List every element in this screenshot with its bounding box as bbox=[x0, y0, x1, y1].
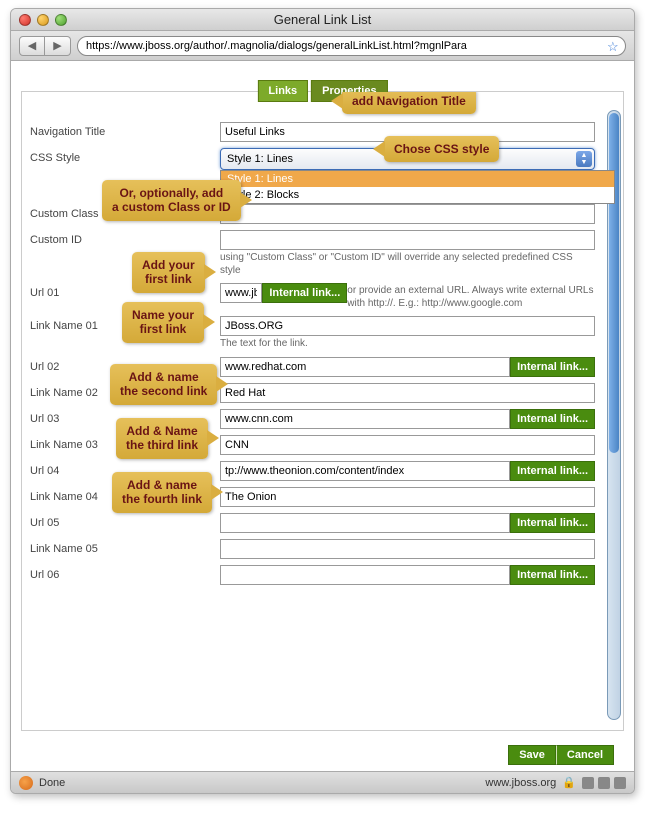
url-text: https://www.jboss.org/author/.magnolia/d… bbox=[86, 40, 607, 52]
status-icon-1[interactable] bbox=[582, 777, 594, 789]
forward-button[interactable]: ▶ bbox=[45, 36, 71, 56]
url-05-field[interactable] bbox=[220, 513, 510, 533]
url-02-field[interactable] bbox=[220, 357, 510, 377]
internal-link-button-04[interactable]: Internal link... bbox=[510, 461, 595, 481]
help-url: or provide an external URL. Always write… bbox=[347, 285, 595, 310]
css-option-2[interactable]: Style 2: Blocks bbox=[221, 187, 614, 203]
bookmark-star-icon[interactable]: ☆ bbox=[607, 39, 621, 53]
page-content: Links Properties Navigation Title CSS St… bbox=[11, 61, 634, 771]
callout-nav-title: add Navigation Title bbox=[342, 92, 476, 114]
row-css-style: CSS Style Style 1: Lines ▲▼ Style 1: Lin… bbox=[30, 148, 615, 170]
row-ln-01: Link Name 01 The text for the link. bbox=[30, 316, 615, 351]
internal-link-button-05[interactable]: Internal link... bbox=[510, 513, 595, 533]
css-style-selected: Style 1: Lines bbox=[227, 153, 293, 165]
browser-toolbar: ◀ ▶ https://www.jboss.org/author/.magnol… bbox=[11, 31, 634, 61]
label-custom-id: Custom ID bbox=[30, 230, 220, 246]
css-style-dropdown: Style 1: Lines Style 2: Blocks bbox=[220, 170, 615, 204]
form: Navigation Title CSS Style Style 1: Line… bbox=[22, 92, 623, 730]
label-nav-title: Navigation Title bbox=[30, 122, 220, 138]
custom-class-field[interactable] bbox=[220, 204, 595, 224]
label-url-06: Url 06 bbox=[30, 565, 220, 581]
help-linkname: The text for the link. bbox=[220, 338, 595, 351]
back-button[interactable]: ◀ bbox=[19, 36, 45, 56]
select-arrows-icon: ▲▼ bbox=[576, 151, 592, 167]
url-06-field[interactable] bbox=[220, 565, 510, 585]
callout-row04: Add & namethe fourth link bbox=[112, 472, 212, 513]
internal-link-button-06[interactable]: Internal link... bbox=[510, 565, 595, 585]
browser-window: General Link List ◀ ▶ https://www.jboss.… bbox=[10, 8, 635, 794]
footer-buttons: Save Cancel bbox=[508, 745, 614, 765]
label-ln-05: Link Name 05 bbox=[30, 539, 220, 555]
statusbar: Done www.jboss.org 🔒 bbox=[11, 771, 634, 793]
row-url-05: Url 05 Internal link... bbox=[30, 513, 615, 533]
ln-05-field[interactable] bbox=[220, 539, 595, 559]
cancel-button[interactable]: Cancel bbox=[556, 745, 614, 765]
status-icon-2[interactable] bbox=[598, 777, 610, 789]
ln-01-field[interactable] bbox=[220, 316, 595, 336]
custom-id-field[interactable] bbox=[220, 230, 595, 250]
row-custom-id: Custom ID using "Custom Class" or "Custo… bbox=[30, 230, 615, 277]
save-button[interactable]: Save bbox=[508, 745, 556, 765]
status-text: Done bbox=[39, 777, 65, 789]
help-custom-id: using "Custom Class" or "Custom ID" will… bbox=[220, 252, 595, 277]
callout-css-style: Chose CSS style bbox=[384, 136, 499, 162]
window-title: General Link List bbox=[11, 12, 634, 27]
lock-icon: 🔒 bbox=[562, 776, 576, 789]
internal-link-button-01[interactable]: Internal link... bbox=[262, 283, 347, 303]
callout-url01: Add yourfirst link bbox=[132, 252, 205, 293]
ln-04-field[interactable] bbox=[220, 487, 595, 507]
callout-row03: Add & Namethe third link bbox=[116, 418, 208, 459]
css-option-1[interactable]: Style 1: Lines bbox=[221, 171, 614, 187]
callout-ln01: Name yourfirst link bbox=[122, 302, 204, 343]
status-icon-3[interactable] bbox=[614, 777, 626, 789]
row-nav-title: Navigation Title bbox=[30, 122, 615, 142]
ln-03-field[interactable] bbox=[220, 435, 595, 455]
label-css-style: CSS Style bbox=[30, 148, 220, 164]
label-url-05: Url 05 bbox=[30, 513, 220, 529]
url-03-field[interactable] bbox=[220, 409, 510, 429]
nav-buttons: ◀ ▶ bbox=[19, 36, 71, 56]
row-ln-05: Link Name 05 bbox=[30, 539, 615, 559]
ln-02-field[interactable] bbox=[220, 383, 595, 403]
callout-custom-class: Or, optionally, adda custom Class or ID bbox=[102, 180, 241, 221]
row-url-01: Url 01 Internal link... or provide an ex… bbox=[30, 283, 615, 310]
internal-link-button-02[interactable]: Internal link... bbox=[510, 357, 595, 377]
internal-link-button-03[interactable]: Internal link... bbox=[510, 409, 595, 429]
url-bar[interactable]: https://www.jboss.org/author/.magnolia/d… bbox=[77, 36, 626, 56]
titlebar: General Link List bbox=[11, 9, 634, 31]
url-01-field[interactable] bbox=[220, 283, 262, 303]
firefox-icon bbox=[19, 776, 33, 790]
url-04-field[interactable] bbox=[220, 461, 510, 481]
callout-row02: Add & namethe second link bbox=[110, 364, 217, 405]
row-url-06: Url 06 Internal link... bbox=[30, 565, 615, 585]
dialog-panel: Links Properties Navigation Title CSS St… bbox=[21, 91, 624, 731]
status-domain: www.jboss.org bbox=[485, 777, 556, 789]
